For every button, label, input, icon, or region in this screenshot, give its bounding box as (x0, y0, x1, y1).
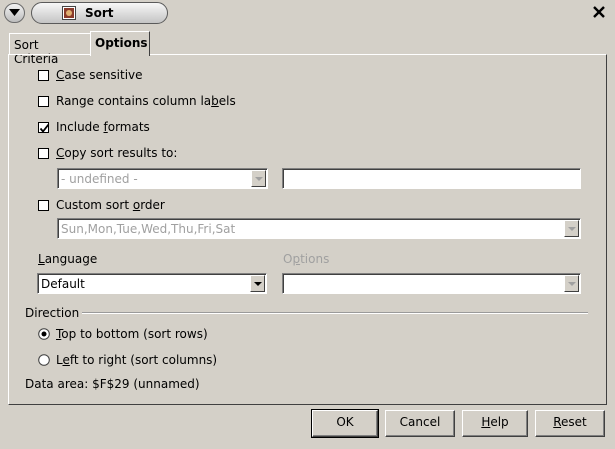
range-headers-label: Range contains column labels (56, 94, 236, 108)
case-sensitive-checkbox[interactable]: Case sensitive (38, 67, 143, 83)
language-label: Language (38, 252, 98, 266)
title-bar: Sort (0, 0, 615, 26)
range-headers-checkbox[interactable]: Range contains column labels (38, 93, 236, 109)
data-area-text: Data area: $F$29 (unnamed) (25, 377, 200, 391)
copy-target-select[interactable]: - undefined - (57, 168, 268, 189)
custom-order-label: Custom sort order (56, 198, 165, 212)
copy-target-input[interactable] (282, 168, 581, 189)
include-formats-checkbox[interactable]: Include formats (38, 119, 150, 135)
radio-unselected-icon[interactable] (38, 354, 50, 366)
chevron-down-icon (568, 282, 576, 286)
dropdown-button[interactable] (564, 275, 579, 292)
top-to-bottom-radio[interactable]: Top to bottom (sort rows) (38, 326, 208, 342)
options-label: Options (283, 252, 330, 266)
checkbox-box[interactable] (38, 199, 49, 211)
checkbox-box[interactable] (38, 121, 50, 133)
direction-heading: Direction (25, 306, 80, 320)
direction-separator (82, 312, 588, 314)
checkbox-box[interactable] (38, 69, 49, 81)
close-icon[interactable] (592, 5, 606, 19)
copy-results-checkbox[interactable]: Copy sort results to: (38, 145, 177, 161)
include-formats-label: Include formats (56, 120, 150, 134)
case-sensitive-label: Case sensitive (56, 68, 143, 82)
checkmark-icon (39, 123, 50, 133)
custom-order-checkbox[interactable]: Custom sort order (38, 197, 165, 213)
custom-order-value: Sun,Mon,Tue,Wed,Thu,Fri,Sat (61, 222, 236, 236)
help-button[interactable]: Help (462, 410, 528, 437)
copy-target-value: - undefined - (61, 172, 138, 186)
custom-order-select[interactable]: Sun,Mon,Tue,Wed,Thu,Fri,Sat (57, 218, 581, 239)
chevron-down-icon (568, 227, 576, 231)
copy-results-label: Copy sort results to: (56, 146, 178, 160)
language-select[interactable]: Default (37, 273, 267, 294)
dropdown-button[interactable] (564, 220, 579, 237)
title-pill: Sort (31, 2, 168, 24)
chevron-down-icon (255, 177, 263, 181)
options-select[interactable] (282, 273, 581, 294)
language-value: Default (41, 277, 85, 291)
chevron-down-icon (9, 9, 20, 16)
left-to-right-radio[interactable]: Left to right (sort columns) (38, 352, 217, 368)
radio-selected-icon[interactable] (38, 328, 50, 340)
checkbox-box[interactable] (38, 95, 49, 107)
window-menu-button[interactable] (4, 3, 25, 23)
dropdown-button[interactable] (251, 170, 266, 187)
cancel-button[interactable]: Cancel (385, 410, 455, 437)
left-to-right-label: Left to right (sort columns) (56, 353, 218, 367)
tab-sort-criteria[interactable]: Sort Criteria (9, 33, 90, 66)
reset-button[interactable]: Reset (535, 410, 605, 437)
checkbox-box[interactable] (38, 147, 49, 159)
ok-button[interactable]: OK (311, 409, 379, 438)
tab-options[interactable]: Options (90, 31, 150, 56)
dropdown-button[interactable] (250, 275, 265, 292)
chevron-down-icon (254, 282, 262, 286)
app-icon (62, 6, 76, 20)
window-title: Sort (85, 6, 114, 20)
top-to-bottom-label: Top to bottom (sort rows) (56, 327, 208, 341)
